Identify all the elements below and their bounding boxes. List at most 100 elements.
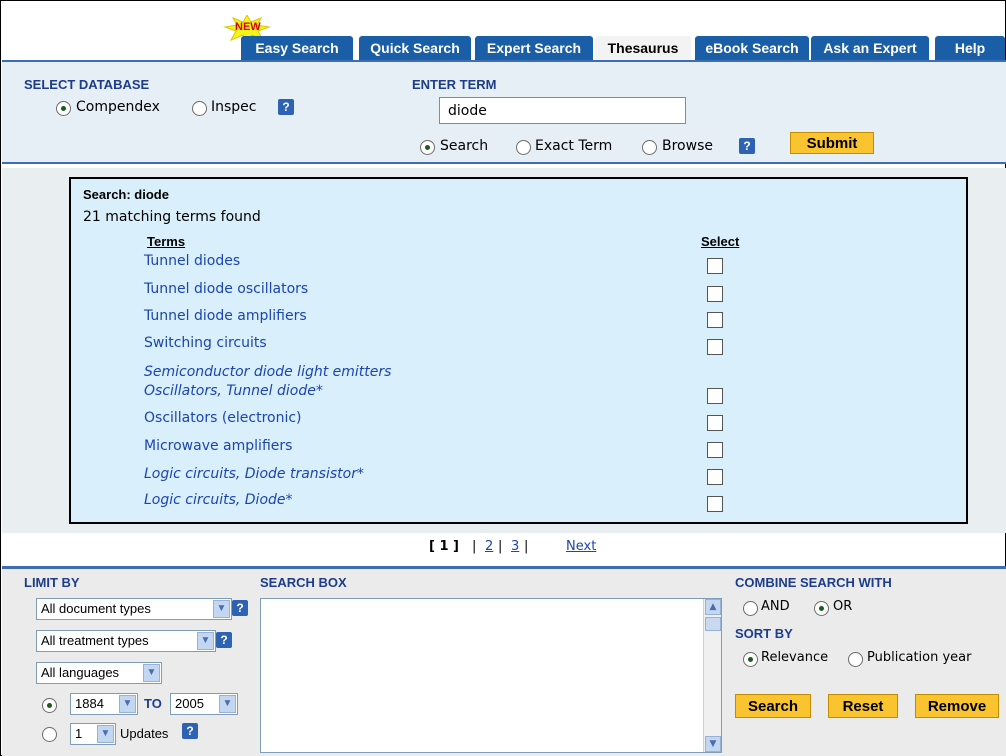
document-type-help-icon[interactable]: ?: [232, 600, 248, 616]
term-checkbox[interactable]: [707, 286, 723, 302]
page-separator: |: [524, 539, 529, 554]
search-button[interactable]: Search: [735, 694, 811, 718]
year-range-radio[interactable]: [42, 698, 57, 713]
scroll-down-icon[interactable]: ▼: [705, 736, 721, 752]
inspec-radio[interactable]: [192, 101, 207, 116]
year-from-value: 1884: [75, 696, 104, 711]
treatment-type-select[interactable]: All treatment types ▼: [36, 630, 216, 652]
terms-header: Terms: [147, 234, 186, 249]
term-checkbox[interactable]: [707, 496, 723, 512]
year-from-select[interactable]: 1884 ▼: [70, 693, 138, 715]
document-type-value: All document types: [41, 601, 151, 616]
publication-year-label: Publication year: [867, 650, 972, 665]
current-page: [ 1 ]: [429, 539, 459, 554]
new-badge-label: NEW: [235, 21, 261, 33]
compendex-label: Compendex: [76, 99, 160, 115]
term-input[interactable]: [439, 97, 686, 124]
combine-label: COMBINE SEARCH WITH: [735, 575, 892, 590]
relevance-radio[interactable]: [743, 652, 758, 667]
enter-term-label: ENTER TERM: [412, 77, 497, 92]
search-box-label: SEARCH BOX: [260, 575, 347, 590]
term-link[interactable]: Tunnel diode amplifiers: [144, 308, 307, 324]
language-value: All languages: [41, 665, 120, 680]
thesaurus-search-panel: SELECT DATABASE Compendex Inspec ? ENTER…: [2, 60, 1006, 164]
scroll-up-icon[interactable]: ▲: [705, 599, 721, 615]
tab-bar: Easy Search Quick Search Expert Search T…: [1, 36, 1005, 60]
search-mode-radio[interactable]: [420, 140, 435, 155]
chevron-down-icon: ▼: [143, 664, 160, 682]
updates-label: Updates: [120, 726, 169, 741]
relevance-label: Relevance: [761, 650, 829, 665]
page-separator: |: [498, 539, 503, 554]
term-link[interactable]: Semiconductor diode light emitters: [144, 364, 391, 380]
or-radio[interactable]: [814, 601, 829, 616]
chevron-down-icon: ▼: [119, 695, 136, 713]
document-type-select[interactable]: All document types ▼: [36, 598, 232, 620]
tab-ask-an-expert[interactable]: Ask an Expert: [811, 36, 929, 60]
tab-help[interactable]: Help: [935, 36, 1005, 60]
or-label: OR: [833, 599, 853, 614]
term-link[interactable]: Microwave amplifiers: [144, 438, 292, 454]
term-link[interactable]: Oscillators (electronic): [144, 410, 302, 426]
to-label: TO: [144, 696, 162, 711]
tab-expert-search[interactable]: Expert Search: [475, 36, 593, 60]
exact-term-label: Exact Term: [535, 138, 613, 154]
inspec-label: Inspec: [211, 99, 257, 115]
search-box-scrollbar[interactable]: ▲ ▼: [703, 599, 721, 752]
term-link[interactable]: Logic circuits, Diode*: [144, 492, 293, 508]
submit-button[interactable]: Submit: [790, 132, 874, 154]
treatment-type-help-icon[interactable]: ?: [216, 632, 232, 648]
page-link-3[interactable]: 3: [511, 539, 519, 554]
reset-button[interactable]: Reset: [828, 694, 898, 718]
term-checkbox[interactable]: [707, 258, 723, 274]
page-frame: NEW Easy Search Quick Search Expert Sear…: [0, 0, 1006, 756]
and-label: AND: [761, 599, 790, 614]
chevron-down-icon: ▼: [219, 695, 236, 713]
browse-radio[interactable]: [642, 140, 657, 155]
term-checkbox[interactable]: [707, 415, 723, 431]
exact-term-radio[interactable]: [516, 140, 531, 155]
year-to-value: 2005: [175, 696, 204, 711]
updates-help-icon[interactable]: ?: [182, 723, 198, 739]
term-link[interactable]: Tunnel diodes: [144, 253, 240, 269]
term-checkbox[interactable]: [707, 339, 723, 355]
compendex-radio[interactable]: [56, 101, 71, 116]
tab-easy-search[interactable]: Easy Search: [241, 36, 353, 60]
updates-radio[interactable]: [42, 727, 57, 742]
limit-by-label: LIMIT BY: [24, 575, 80, 590]
database-help-icon[interactable]: ?: [278, 99, 294, 115]
term-checkbox[interactable]: [707, 312, 723, 328]
publication-year-radio[interactable]: [848, 652, 863, 667]
term-checkbox[interactable]: [707, 388, 723, 404]
scroll-thumb[interactable]: [705, 617, 721, 631]
term-link[interactable]: Oscillators, Tunnel diode*: [144, 383, 323, 399]
page-separator: |: [472, 539, 477, 554]
next-page-link[interactable]: Next: [566, 539, 596, 554]
term-link[interactable]: Switching circuits: [144, 335, 267, 351]
term-link[interactable]: Logic circuits, Diode transistor*: [144, 466, 364, 482]
chevron-down-icon: ▼: [97, 725, 114, 743]
chevron-down-icon: ▼: [213, 600, 230, 618]
language-select[interactable]: All languages ▼: [36, 662, 162, 684]
and-radio[interactable]: [743, 601, 758, 616]
search-box-textarea[interactable]: ▲ ▼: [260, 598, 722, 753]
select-database-label: SELECT DATABASE: [24, 77, 150, 92]
updates-value: 1: [75, 726, 83, 741]
term-checkbox[interactable]: [707, 469, 723, 485]
treatment-type-value: All treatment types: [41, 633, 149, 648]
search-summary: Search: diode: [83, 187, 169, 202]
updates-select[interactable]: 1 ▼: [70, 723, 116, 745]
pagination: [ 1 ] | 2 | 3 | Next: [1, 533, 1005, 563]
remove-button[interactable]: Remove: [915, 694, 999, 718]
mode-help-icon[interactable]: ?: [739, 138, 755, 154]
tab-quick-search[interactable]: Quick Search: [359, 36, 471, 60]
limit-panel: LIMIT BY All document types ▼ ? All trea…: [2, 566, 1006, 756]
page-link-2[interactable]: 2: [485, 539, 493, 554]
year-to-select[interactable]: 2005 ▼: [170, 693, 238, 715]
sort-by-label: SORT BY: [735, 626, 793, 641]
tab-ebook-search[interactable]: eBook Search: [695, 36, 809, 60]
term-link[interactable]: Tunnel diode oscillators: [144, 281, 308, 297]
term-checkbox[interactable]: [707, 442, 723, 458]
tab-thesaurus[interactable]: Thesaurus: [595, 36, 691, 60]
chevron-down-icon: ▼: [197, 632, 214, 650]
